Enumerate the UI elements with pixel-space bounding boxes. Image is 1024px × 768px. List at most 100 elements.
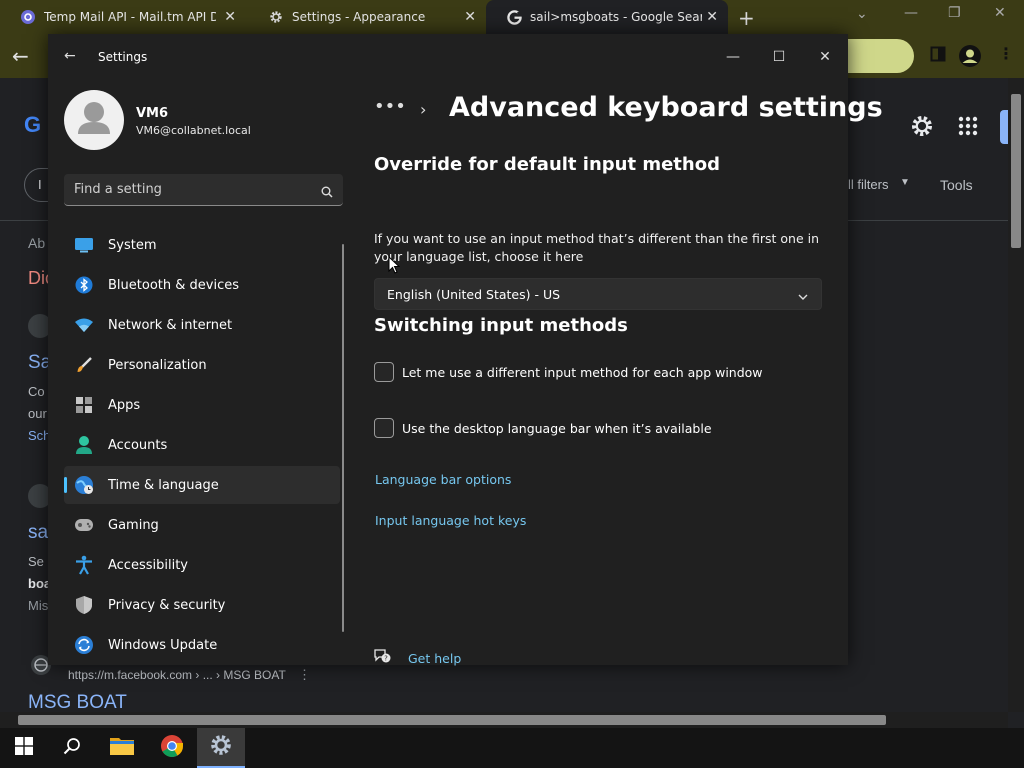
sidebar-item-windows-update[interactable]: Windows Update	[64, 626, 340, 664]
taskbar	[0, 728, 1024, 768]
input-language-hot-keys-link[interactable]: Input language hot keys	[375, 513, 526, 528]
filter-chip[interactable]: I	[38, 177, 42, 192]
accounts-icon	[74, 435, 94, 455]
sidebar-item-network-internet[interactable]: Network & internet	[64, 306, 340, 344]
profile-email: VM6@collabnet.local	[136, 124, 251, 137]
caret-down-icon: ▼	[900, 177, 910, 188]
result-snippet: Co	[28, 384, 45, 399]
breadcrumb: ••• › Advanced keyboard settings	[374, 92, 883, 132]
sidebar-item-apps[interactable]: Apps	[64, 386, 340, 424]
sidebar-item-label: Accounts	[108, 437, 168, 453]
override-description: If you want to use an input method that’…	[374, 231, 820, 264]
kebab-menu-icon[interactable]: ⋮	[998, 44, 1014, 63]
profile-name: VM6	[136, 106, 169, 121]
sidebar-item-label: Privacy & security	[108, 597, 226, 613]
option-per-app-input[interactable]: Let me use a different input method for …	[374, 361, 763, 383]
tab-title: sail>msgboats - Google Search	[530, 10, 702, 24]
browser-tab-mailtm[interactable]: Temp Mail API - Mail.tm API Documentatio…	[0, 0, 246, 34]
sidebar-item-label: Windows Update	[108, 637, 218, 653]
chevron-right-icon: ›	[420, 100, 427, 119]
search-input[interactable]	[74, 174, 304, 205]
sidebar-item-bluetooth-devices[interactable]: Bluetooth & devices	[64, 266, 340, 304]
sidebar-item-time-language[interactable]: Time & language	[64, 466, 340, 504]
sidebar-item-accounts[interactable]: Accounts	[64, 426, 340, 464]
start-button[interactable]	[0, 728, 48, 768]
result-url: https://m.facebook.com › ... › MSG BOAT	[68, 668, 286, 682]
vertical-scrollbar[interactable]	[1008, 78, 1024, 712]
sidebar-item-label: Personalization	[108, 357, 207, 373]
page-title: Advanced keyboard settings	[449, 92, 883, 123]
avatar[interactable]	[64, 90, 124, 150]
dropdown-selected-value: English (United States) - US	[387, 287, 561, 302]
browser-tab-strip: Temp Mail API - Mail.tm API Documentatio…	[0, 0, 1024, 34]
chevron-down-icon	[797, 288, 809, 307]
folder-icon	[109, 735, 135, 761]
back-arrow-icon[interactable]: ←	[12, 44, 29, 68]
google-logo-fragment: G	[24, 112, 42, 137]
tab-title: Settings - Appearance	[292, 10, 426, 24]
close-icon[interactable]: ✕	[706, 9, 718, 25]
sidebar-item-label: Accessibility	[108, 557, 188, 573]
section-title-switching: Switching input methods	[374, 315, 628, 336]
search-icon[interactable]	[321, 183, 333, 202]
gear-icon[interactable]	[910, 114, 934, 142]
sidebar-item-label: Time & language	[108, 477, 219, 493]
sidebar-item-accessibility[interactable]: Accessibility	[64, 546, 340, 584]
settings-titlebar: ← Settings — ☐ ✕	[48, 34, 848, 82]
close-icon[interactable]: ✕	[994, 5, 1006, 21]
breadcrumb-more-button[interactable]: •••	[374, 96, 406, 117]
get-help-label: Get help	[408, 650, 462, 666]
all-filters-button[interactable]: ll filters	[848, 177, 888, 192]
checkbox-per-app-input[interactable]	[374, 362, 394, 382]
sidebar-item-label: Network & internet	[108, 317, 233, 333]
back-arrow-icon[interactable]: ←	[64, 48, 76, 64]
taskbar-settings[interactable]	[197, 728, 245, 768]
window-title: Settings	[98, 50, 148, 64]
sidebar-item-label: Gaming	[108, 517, 159, 533]
chevron-down-icon[interactable]: ⌄	[856, 6, 868, 22]
minimize-icon[interactable]: —	[904, 5, 918, 21]
taskbar-chrome[interactable]	[148, 728, 196, 768]
help-chat-icon: ?	[374, 648, 392, 668]
new-tab-plus-icon[interactable]: +	[738, 6, 755, 30]
checkbox-label: Use the desktop language bar when it’s a…	[402, 420, 712, 436]
result-title[interactable]: MSG BOAT	[28, 692, 127, 714]
tools-button[interactable]: Tools	[940, 177, 973, 193]
kebab-menu-icon[interactable]: ⋮	[298, 667, 311, 683]
nav-scrollbar[interactable]	[342, 244, 344, 632]
language-bar-options-link[interactable]: Language bar options	[375, 472, 511, 487]
tab-title: Temp Mail API - Mail.tm API Documentatio…	[44, 10, 216, 24]
get-help-link[interactable]: ? Get help	[374, 648, 461, 668]
section-title-override: Override for default input method	[374, 154, 720, 175]
taskbar-file-explorer[interactable]	[98, 728, 146, 768]
desktop: Temp Mail API - Mail.tm API Documentatio…	[0, 0, 1024, 768]
sidebar-item-gaming[interactable]: Gaming	[64, 506, 340, 544]
maximize-icon[interactable]: ☐	[759, 42, 799, 72]
gear-icon	[268, 9, 284, 25]
close-icon[interactable]: ✕	[224, 9, 236, 25]
sidebar-item-system[interactable]: System	[64, 226, 340, 264]
gamepad-icon	[74, 515, 94, 535]
horizontal-scrollbar[interactable]	[0, 712, 1008, 728]
close-icon[interactable]: ✕	[464, 9, 476, 25]
search-icon	[63, 737, 81, 759]
checkbox-desktop-language-bar[interactable]	[374, 418, 394, 438]
close-icon[interactable]: ✕	[805, 42, 845, 72]
settings-search-box[interactable]	[64, 174, 343, 206]
minimize-icon[interactable]: —	[713, 42, 753, 72]
result-title[interactable]: sa	[28, 522, 48, 544]
sidebar-item-privacy-security[interactable]: Privacy & security	[64, 586, 340, 624]
browser-tab-google-search[interactable]: sail>msgboats - Google Search ✕	[486, 0, 728, 34]
option-desktop-language-bar[interactable]: Use the desktop language bar when it’s a…	[374, 417, 712, 439]
address-bar[interactable]	[846, 39, 914, 73]
apps-grid-icon[interactable]	[958, 116, 978, 140]
result-snippet: Ab	[28, 235, 46, 251]
profile-avatar-icon[interactable]	[958, 44, 982, 72]
sidebar-item-personalization[interactable]: Personalization	[64, 346, 340, 384]
input-method-dropdown[interactable]: English (United States) - US	[374, 278, 822, 310]
sidebar-toggle-icon[interactable]	[930, 46, 946, 66]
sidebar-item-label: Apps	[108, 397, 141, 413]
restore-icon[interactable]: ❐	[948, 5, 961, 21]
browser-tab-settings[interactable]: Settings - Appearance ✕	[248, 0, 486, 34]
taskbar-search-button[interactable]	[48, 728, 96, 768]
